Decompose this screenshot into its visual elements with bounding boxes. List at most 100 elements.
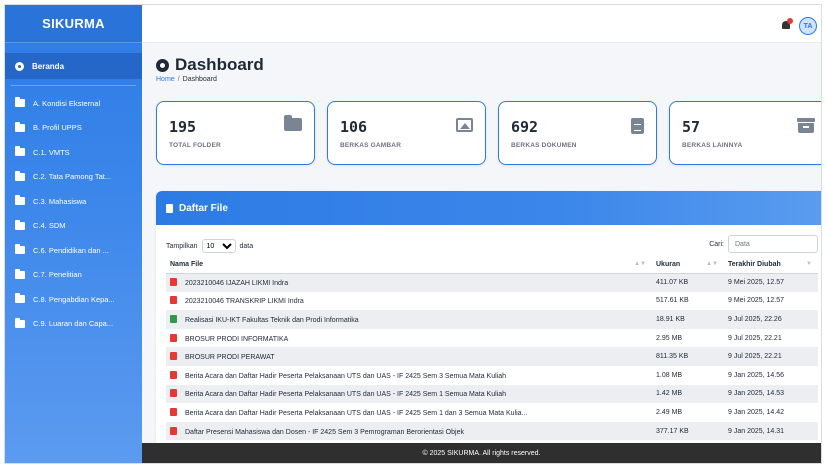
stat-card-berkas-gambar[interactable]: 106 BERKAS GAMBAR [327, 101, 486, 165]
dashboard-icon [15, 61, 24, 71]
file-name[interactable]: BROSUR PRODI PERAWAT [185, 354, 275, 361]
stat-label: BERKAS GAMBAR [340, 142, 402, 149]
page-length-select[interactable]: 10 [201, 239, 236, 253]
folder-icon [15, 268, 25, 279]
brand-logo[interactable]: SIKURMA [5, 5, 142, 43]
table-row[interactable]: BROSUR PRODI PERAWAT 811.35 KB 9 Jul 2025,… [166, 347, 818, 366]
file-name[interactable]: 2023210046 TRANSKRIP LIKMI Indra [185, 298, 304, 305]
sidebar-nav: A. Kondisi Eksternal B. Profil UPPS C.1. V… [5, 91, 142, 336]
sort-icon: ▲▼ [706, 261, 718, 267]
file-modified: 9 Jan 2025, 14.53 [724, 384, 818, 404]
file-modified: 9 Jul 2025, 22.21 [724, 347, 818, 366]
page-title-text: Dashboard [175, 55, 264, 74]
sidebar-item[interactable]: C.1. VMTS [5, 140, 142, 165]
app-window: SIKURMA Beranda A. Kondisi Eksternal B. P… [4, 4, 822, 464]
search-label: Cari: [709, 240, 724, 248]
show-suffix: data [239, 242, 254, 250]
sidebar-item[interactable]: C.9. Luaran dan Capa... [5, 312, 142, 337]
sidebar-item[interactable]: A. Kondisi Eksternal [5, 91, 142, 116]
file-name[interactable]: Daftar Presensi Mahasiswa dan Dosen - IF… [185, 429, 464, 436]
table-row[interactable]: Realisasi IKU-IKT Fakultas Teknik dan Pr… [166, 310, 818, 329]
sidebar-item[interactable]: C.4. SDM [5, 214, 142, 239]
table-row[interactable]: Berita Acara dan Daftar Hadir Peserta Pe… [166, 384, 818, 404]
stat-label: BERKAS DOKUMEN [511, 142, 577, 149]
sidebar-item[interactable]: C.3. Mahasiswa [5, 189, 142, 214]
page-length: Tampilkan 10 data [166, 239, 253, 253]
stat-cards: 195 TOTAL FOLDER 106 BERKAS GAMBAR 692 B… [156, 101, 821, 165]
avatar[interactable]: TA [799, 17, 817, 35]
pdf-icon [170, 407, 177, 416]
archive-icon [797, 118, 815, 133]
sidebar-item-label: Beranda [32, 61, 65, 71]
file-name[interactable]: Berita Acara dan Daftar Hadir Peserta Pe… [185, 373, 506, 380]
sidebar-item[interactable]: C.8. Pengabdian Kepa... [5, 287, 142, 312]
column-header-modified[interactable]: Terakhir Diubah ▼ [724, 257, 818, 274]
panel-title: Daftar File [179, 202, 228, 214]
file-modified: 9 Mei 2025, 12.57 [724, 273, 818, 292]
column-header-name[interactable]: Nama File ▲▼ [166, 257, 652, 274]
column-header-size[interactable]: Ukuran ▲▼ [652, 257, 724, 274]
file-icon [166, 203, 173, 213]
sidebar-item-label: C.1. VMTS [33, 147, 70, 157]
table-row[interactable]: Berita Acara dan Daftar Hadir Peserta Pe… [166, 366, 818, 385]
file-name[interactable]: Berita Acara dan Daftar Hadir Peserta Pe… [185, 391, 506, 398]
breadcrumb-home[interactable]: Home [156, 76, 175, 83]
stat-label: TOTAL FOLDER [169, 142, 221, 149]
folder-icon [15, 244, 25, 255]
dashboard-icon [156, 58, 169, 72]
file-size: 411.07 KB [652, 273, 724, 292]
pdf-icon [170, 352, 177, 361]
table-header-row: Nama File ▲▼ Ukuran ▲▼ Terakhir Diubah ▼ [166, 257, 818, 274]
pdf-icon [170, 389, 177, 398]
stat-card-total-folder[interactable]: 195 TOTAL FOLDER [156, 101, 315, 165]
file-name[interactable]: 2023210046 IJAZAH LIKMI Indra [185, 280, 288, 287]
stat-card-berkas-dokumen[interactable]: 692 BERKAS DOKUMEN [498, 101, 657, 165]
file-size: 377.17 KB [652, 421, 724, 441]
table-controls: Tampilkan 10 data Cari: [156, 225, 821, 257]
file-name-cell: Berita Acara dan Daftar Hadir Peserta Pe… [166, 384, 652, 404]
file-size: 18.91 KB [652, 310, 724, 329]
bell-icon[interactable] [781, 18, 793, 30]
file-name-cell: Realisasi IKU-IKT Fakultas Teknik dan Pr… [166, 310, 652, 329]
sidebar-item-label: B. Profil UPPS [33, 123, 82, 133]
sidebar-item[interactable]: C.2. Tata Pamong Tat... [5, 165, 142, 190]
sort-icon: ▼ [806, 261, 812, 267]
file-name-cell: Daftar Presensi Mahasiswa dan Dosen - IF… [166, 421, 652, 441]
file-modified: 9 Mei 2025, 12.57 [728, 297, 785, 305]
table-search: Cari: [709, 235, 818, 253]
sidebar-item[interactable]: B. Profil UPPS [5, 116, 142, 141]
folder-icon [15, 121, 25, 132]
file-modified: 9 Jul 2025, 22.26 [724, 310, 818, 329]
file-modified: 9 Jan 2025, 14.31 [724, 421, 818, 441]
folder-icon [15, 195, 25, 206]
sidebar-item[interactable]: C.7. Penelitian [5, 263, 142, 288]
sidebar: SIKURMA Beranda A. Kondisi Eksternal B. P… [5, 5, 142, 463]
stat-card-berkas-lainnya[interactable]: 57 BERKAS LAINNYA [669, 101, 821, 165]
pdf-icon [170, 333, 177, 342]
file-name[interactable]: Berita Acara dan Daftar Hadir Peserta Pe… [185, 410, 527, 417]
sidebar-item[interactable]: C.6. Pendidikan dan ... [5, 238, 142, 263]
sidebar-item-beranda[interactable]: Beranda [5, 53, 142, 79]
file-name[interactable]: BROSUR PRODI INFORMATIKA [185, 336, 288, 343]
folder-icon [15, 219, 25, 230]
file-table: Nama File ▲▼ Ukuran ▲▼ Terakhir Diubah ▼ 20… [166, 257, 818, 441]
search-input[interactable] [728, 235, 818, 253]
file-name[interactable]: Realisasi IKU-IKT Fakultas Teknik dan Pr… [185, 317, 359, 324]
footer: © 2025 SIKURMA. All rights reserved. [142, 443, 821, 463]
notification-dot [787, 18, 793, 24]
folder-icon [15, 293, 25, 304]
folder-icon [15, 170, 25, 181]
sidebar-divider [11, 85, 136, 86]
table-row[interactable]: BROSUR PRODI INFORMATIKA 2.95 MB 9 Jul 202… [166, 329, 818, 348]
pdf-icon [170, 296, 177, 305]
stat-value: 195 [169, 118, 197, 136]
file-name-cell: BROSUR PRODI INFORMATIKA [166, 329, 652, 348]
file-size: 517.61 KB [656, 297, 689, 305]
show-label: Tampilkan [166, 242, 198, 250]
table-row[interactable]: 2023210046 TRANSKRIP LIKMI Indra 517.61 K… [166, 292, 818, 311]
table-row[interactable]: 2023210046 IJAZAH LIKMI Indra 411.07 KB 9 … [166, 273, 818, 292]
table-row[interactable]: Berita Acara dan Daftar Hadir Peserta Pe… [166, 403, 818, 422]
file-size: 811.35 KB [652, 347, 724, 366]
table-row[interactable]: Daftar Presensi Mahasiswa dan Dosen - IF… [166, 421, 818, 441]
breadcrumb-current: Dashboard [182, 76, 217, 83]
